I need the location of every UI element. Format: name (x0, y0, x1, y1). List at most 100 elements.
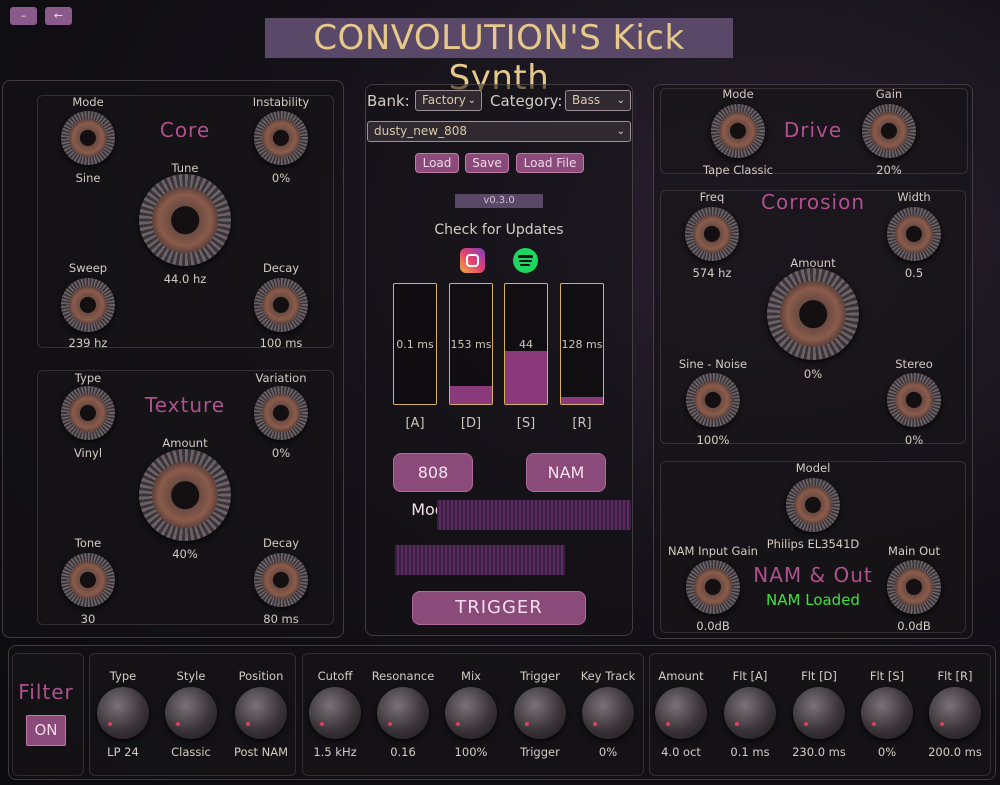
corrosion-width-label: Width (897, 190, 931, 204)
corrosion-freq-label: Freq (699, 190, 725, 204)
filter-key-track-label: Key Track (580, 669, 636, 683)
texture-amount-value: 40% (172, 547, 198, 561)
filter-trigger-value: Trigger (520, 745, 560, 759)
main-out-label: Main Out (888, 544, 940, 558)
texture-amount-knob[interactable] (139, 449, 231, 541)
attack-value: 0.1 ms (396, 338, 434, 351)
chevron-down-icon: ⌄ (616, 95, 625, 106)
corrosion-width-value: 0.5 (904, 266, 924, 280)
core-instability-knob[interactable] (254, 111, 308, 165)
texture-decay-knob[interactable] (254, 553, 308, 607)
filter-cutoff-knob[interactable] (309, 687, 361, 739)
corrosion-sine-noise-label: Sine - Noise (678, 357, 748, 371)
bank-label: Bank: (367, 92, 410, 110)
core-tune-value: 44.0 hz (163, 272, 207, 286)
filter-flt-d-value: 230.0 ms (792, 745, 846, 759)
bank-select[interactable]: Factory ⌄ (415, 90, 482, 111)
filter-trigger-knob[interactable] (514, 687, 566, 739)
core-sweep-knob[interactable] (61, 278, 115, 332)
filter-mix-knob[interactable] (445, 687, 497, 739)
core-mode-knob[interactable] (61, 111, 115, 165)
corrosion-sine-noise-value: 100% (696, 433, 730, 447)
drive-mode-label: Mode (722, 87, 754, 101)
filter-resonance-value: 0.16 (390, 745, 416, 759)
texture-variation-value: 0% (271, 446, 291, 460)
core-tune-knob[interactable] (139, 174, 231, 266)
filter-on-toggle[interactable]: ON (26, 715, 66, 746)
save-button[interactable]: Save (465, 153, 509, 173)
texture-tone-value: 30 (80, 612, 96, 626)
texture-tone-label: Tone (74, 536, 102, 550)
preset-select[interactable]: dusty_new_808 ⌄ (367, 121, 631, 142)
core-mode-label: Mode (72, 95, 104, 109)
release-value: 128 ms (561, 338, 603, 351)
corrosion-amount-knob[interactable] (767, 268, 859, 360)
decay-value: 153 ms (450, 338, 492, 351)
filter-position-label: Position (238, 669, 284, 683)
category-select-value: Bass (572, 93, 601, 107)
nam-button[interactable]: NAM (526, 453, 606, 492)
filter-flt-s-value: 0% (877, 745, 897, 759)
filter-amount-knob[interactable] (655, 687, 707, 739)
texture-decay-label: Decay (262, 536, 300, 550)
decay-label: [D] (460, 416, 482, 431)
load-button[interactable]: Load (415, 153, 459, 173)
filter-title: Filter (18, 680, 74, 704)
load-file-button[interactable]: Load File (516, 153, 584, 173)
core-decay-label: Decay (262, 261, 300, 275)
texture-variation-knob[interactable] (254, 386, 308, 440)
minimize-button[interactable]: – (10, 7, 37, 25)
filter-style-knob[interactable] (165, 687, 217, 739)
filter-flt-s-label: Flt [S] (869, 669, 905, 683)
envelope-attack-slider[interactable]: 0.1 ms (393, 283, 437, 405)
chevron-down-icon: ⌄ (616, 126, 625, 137)
category-select[interactable]: Bass ⌄ (565, 90, 631, 111)
texture-type-label: Type (74, 371, 102, 385)
filter-flt-a-knob[interactable] (724, 687, 776, 739)
filter-position-knob[interactable] (235, 687, 287, 739)
main-out-knob[interactable] (887, 560, 941, 614)
filter-amount-value: 4.0 oct (661, 745, 701, 759)
corrosion-sine-noise-knob[interactable] (686, 373, 740, 427)
core-decay-knob[interactable] (254, 278, 308, 332)
core-instability-label: Instability (252, 95, 310, 109)
check-updates-link[interactable]: Check for Updates (398, 222, 600, 238)
corrosion-width-knob[interactable] (887, 207, 941, 261)
envelope-decay-slider[interactable]: 153 ms (449, 283, 493, 405)
texture-tone-knob[interactable] (61, 553, 115, 607)
envelope-release-slider[interactable]: 128 ms (560, 283, 604, 405)
instagram-icon[interactable] (460, 248, 485, 273)
corrosion-stereo-knob[interactable] (887, 373, 941, 427)
filter-type-knob[interactable] (97, 687, 149, 739)
preset-select-value: dusty_new_808 (374, 124, 467, 138)
core-decay-value: 100 ms (259, 336, 303, 350)
nam-input-gain-knob[interactable] (686, 560, 740, 614)
spotify-icon[interactable] (513, 248, 538, 273)
nam-model-knob[interactable] (786, 478, 840, 532)
core-mode-value: Sine (75, 171, 101, 185)
filter-trigger-label: Trigger (520, 669, 560, 683)
filter-flt-a-label: Flt [A] (732, 669, 768, 683)
filter-flt-d-knob[interactable] (793, 687, 845, 739)
drive-gain-knob[interactable] (862, 104, 916, 158)
filter-position-value: Post NAM (233, 745, 289, 759)
filter-resonance-knob[interactable] (377, 687, 429, 739)
drive-mode-knob[interactable] (711, 104, 765, 158)
core-instability-value: 0% (271, 171, 291, 185)
filter-mix-label: Mix (461, 669, 481, 683)
filter-mix-value: 100% (454, 745, 488, 759)
envelope-sustain-slider[interactable]: 44 (504, 283, 548, 405)
drive-mode-value: Tape Classic (703, 163, 773, 177)
texture-type-knob[interactable] (61, 386, 115, 440)
back-button[interactable]: ← (45, 7, 72, 25)
corrosion-stereo-label: Stereo (895, 357, 933, 371)
corrosion-freq-knob[interactable] (685, 207, 739, 261)
filter-key-track-knob[interactable] (582, 687, 634, 739)
core-tune-label: Tune (171, 161, 199, 175)
808-mode-button[interactable]: 808 Mode (393, 453, 473, 519)
nam-model-label: Model (795, 461, 831, 475)
corrosion-freq-value: 574 hz (692, 266, 732, 280)
trigger-button[interactable]: TRIGGER (412, 591, 586, 625)
filter-flt-s-knob[interactable] (861, 687, 913, 739)
filter-flt-r-knob[interactable] (929, 687, 981, 739)
